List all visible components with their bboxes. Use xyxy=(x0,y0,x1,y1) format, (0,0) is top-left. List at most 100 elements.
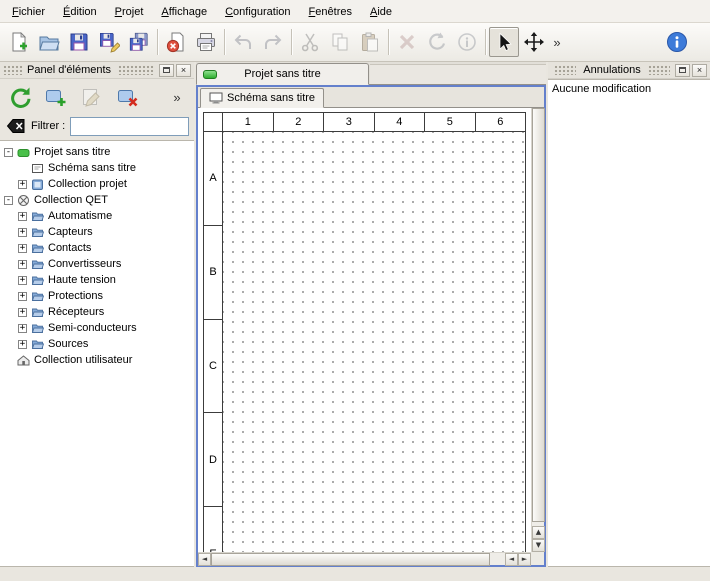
expand-icon[interactable]: + xyxy=(18,228,27,237)
toolbar-separator xyxy=(388,29,389,55)
filter-input[interactable] xyxy=(70,117,189,136)
arrow-up-icon: ▲ xyxy=(536,529,541,536)
undo-list[interactable]: Aucune modification xyxy=(548,79,710,567)
ruler-row-label: C xyxy=(204,319,222,413)
new-document-icon xyxy=(8,31,30,53)
tree-item-protections[interactable]: +Protections xyxy=(0,288,194,304)
select-mode-button[interactable] xyxy=(489,27,519,57)
tree-item-recepteurs[interactable]: +Récepteurs xyxy=(0,304,194,320)
save-all-button[interactable] xyxy=(124,27,154,57)
rotate-button[interactable] xyxy=(422,27,452,57)
close-panel-button[interactable]: × xyxy=(176,64,191,77)
save-button[interactable] xyxy=(64,27,94,57)
print-icon xyxy=(195,31,217,53)
undo-panel: Annulations × Aucune modification xyxy=(548,62,710,567)
float-icon xyxy=(163,67,170,73)
toolbar-separator xyxy=(291,29,292,55)
diagram-canvas[interactable]: 123456 ABCDE xyxy=(198,108,531,552)
menu-aide[interactable]: Aide xyxy=(361,2,401,21)
vertical-scrollbar-thumb[interactable] xyxy=(532,108,545,522)
panel-toolbar-overflow-button[interactable]: » xyxy=(169,82,185,112)
float-panel-button[interactable] xyxy=(675,64,690,77)
undo-button[interactable] xyxy=(228,27,258,57)
new-element-button[interactable] xyxy=(41,82,71,112)
chevron-more-icon: » xyxy=(173,90,180,105)
expand-icon[interactable]: + xyxy=(18,324,27,333)
tree-item-convertisseurs[interactable]: + Convertisseurs xyxy=(0,256,194,272)
menu-fenetres[interactable]: Fenêtres xyxy=(300,2,361,21)
project-tabbar: Projet sans titre xyxy=(196,62,546,85)
collapse-icon[interactable]: - xyxy=(4,148,13,157)
close-document-button[interactable] xyxy=(161,27,191,57)
horizontal-scrollbar[interactable]: ◄ ◄ ► xyxy=(198,552,531,565)
folder-icon xyxy=(31,226,44,239)
scrollbar-corner xyxy=(531,552,544,565)
ruler-column-label: 3 xyxy=(323,113,374,131)
close-panel-button[interactable]: × xyxy=(692,64,707,77)
new-document-button[interactable] xyxy=(4,27,34,57)
delete-button[interactable] xyxy=(392,27,422,57)
redo-button[interactable] xyxy=(258,27,288,57)
pan-mode-button[interactable] xyxy=(519,27,549,57)
tree-item-label: Semi-conducteurs xyxy=(48,322,137,334)
scroll-up-button[interactable]: ▲ xyxy=(532,526,545,539)
expand-icon[interactable]: + xyxy=(18,180,27,189)
collapse-icon[interactable]: - xyxy=(4,196,13,205)
menu-edition[interactable]: Édition xyxy=(54,2,106,21)
tree-item-automatisme[interactable]: +Automatisme xyxy=(0,208,194,224)
about-button[interactable] xyxy=(662,27,692,57)
expand-icon[interactable]: + xyxy=(18,244,27,253)
tree-item-collection-projet[interactable]: +Collection projet xyxy=(0,176,194,192)
tree-item-sources[interactable]: +Sources xyxy=(0,336,194,352)
menu-configuration[interactable]: Configuration xyxy=(216,2,299,21)
tree-item-schema-sans-titre[interactable]: Schéma sans titre xyxy=(0,160,194,176)
menu-fichier[interactable]: Fichier xyxy=(3,2,54,21)
clear-filter-button[interactable] xyxy=(5,118,26,135)
tree-item-projet-sans-titre[interactable]: -Projet sans titre xyxy=(0,144,194,160)
elements-panel-titlebar[interactable]: Panel d'éléments × xyxy=(0,62,194,79)
menu-affichage[interactable]: Affichage xyxy=(152,2,216,21)
expand-icon[interactable]: + xyxy=(18,308,27,317)
tree-item-label: Convertisseurs xyxy=(48,258,121,270)
paste-button[interactable] xyxy=(355,27,385,57)
expand-icon[interactable]: + xyxy=(18,260,27,269)
scroll-down-button[interactable]: ▼ xyxy=(532,539,545,552)
info-icon xyxy=(456,31,478,53)
ruler-rows: ABCDE xyxy=(204,132,223,552)
edit-element-button[interactable] xyxy=(77,82,107,112)
undo-panel-titlebar[interactable]: Annulations × xyxy=(548,62,710,79)
tree-item-haute-tension[interactable]: +Haute tension xyxy=(0,272,194,288)
tree-item-collection-qet[interactable]: - Collection QET xyxy=(0,192,194,208)
reload-collections-button[interactable] xyxy=(5,82,35,112)
vertical-scrollbar[interactable]: ▲ ▼ xyxy=(531,108,544,552)
tree-item-label: Collection QET xyxy=(34,194,108,206)
diagram-tab[interactable]: Schéma sans titre xyxy=(200,88,324,108)
diagram-grid[interactable] xyxy=(223,132,525,552)
expand-icon[interactable]: + xyxy=(18,212,27,221)
horizontal-scrollbar-thumb[interactable] xyxy=(211,553,490,566)
print-button[interactable] xyxy=(191,27,221,57)
element-info-button[interactable] xyxy=(452,27,482,57)
float-panel-button[interactable] xyxy=(159,64,174,77)
cut-button[interactable] xyxy=(295,27,325,57)
arrow-left-icon: ◄ xyxy=(509,556,514,563)
ruler-columns: 123456 xyxy=(223,113,525,132)
expand-icon[interactable]: + xyxy=(18,292,27,301)
expand-icon[interactable]: + xyxy=(18,340,27,349)
scroll-left-button[interactable]: ◄ xyxy=(198,553,211,566)
scroll-right-button[interactable]: ► xyxy=(518,553,531,566)
tree-item-contacts[interactable]: +Contacts xyxy=(0,240,194,256)
project-tab[interactable]: Projet sans titre xyxy=(196,63,369,85)
tree-item-capteurs[interactable]: +Capteurs xyxy=(0,224,194,240)
expand-icon[interactable]: + xyxy=(18,276,27,285)
delete-element-button[interactable] xyxy=(113,82,143,112)
copy-button[interactable] xyxy=(325,27,355,57)
menu-projet[interactable]: Projet xyxy=(106,2,153,21)
save-as-button[interactable] xyxy=(94,27,124,57)
scroll-left-button[interactable]: ◄ xyxy=(505,553,518,566)
tree-item-collection-utilisateur[interactable]: Collection utilisateur xyxy=(0,352,194,368)
save-icon xyxy=(68,31,90,53)
open-document-button[interactable] xyxy=(34,27,64,57)
tree-item-semi-conducteurs[interactable]: + Semi-conducteurs xyxy=(0,320,194,336)
toolbar-overflow-button[interactable]: » xyxy=(549,27,565,57)
